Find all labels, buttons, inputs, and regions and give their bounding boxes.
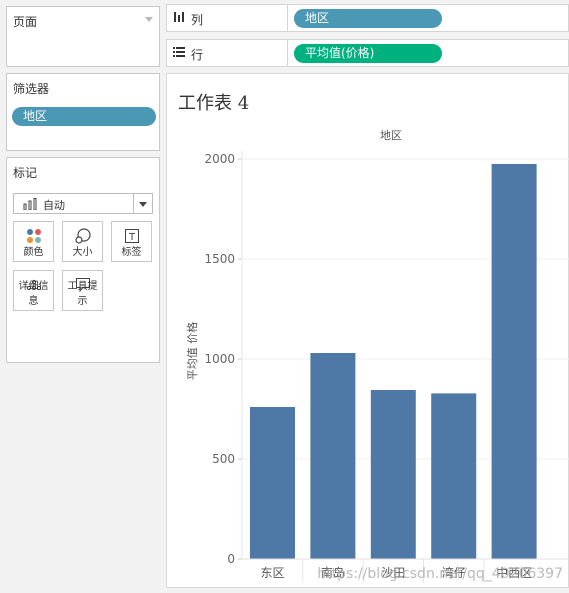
- y-tick-label: 500: [212, 452, 235, 466]
- y-tick-label: 1000: [204, 352, 235, 366]
- watermark-text: https://blog.csdn.net/qq_40206397: [317, 566, 563, 582]
- y-tick-label: 2000: [204, 152, 235, 166]
- bar[interactable]: [310, 353, 356, 559]
- bar[interactable]: [250, 407, 295, 559]
- y-tick-label: 0: [227, 552, 235, 566]
- bar-chart: 0500100015002000 东区 南岛 沙田 湾仔 中西区 地区 平均值 价格 h…: [185, 129, 569, 583]
- y-axis-label: 平均值 价格: [185, 322, 199, 381]
- bar[interactable]: [491, 164, 537, 559]
- bar[interactable]: [370, 390, 416, 559]
- y-tick-label: 1500: [204, 252, 235, 266]
- bar[interactable]: [431, 393, 477, 559]
- x-tick-label: 东区: [260, 566, 284, 580]
- chart-header: 地区: [380, 129, 402, 142]
